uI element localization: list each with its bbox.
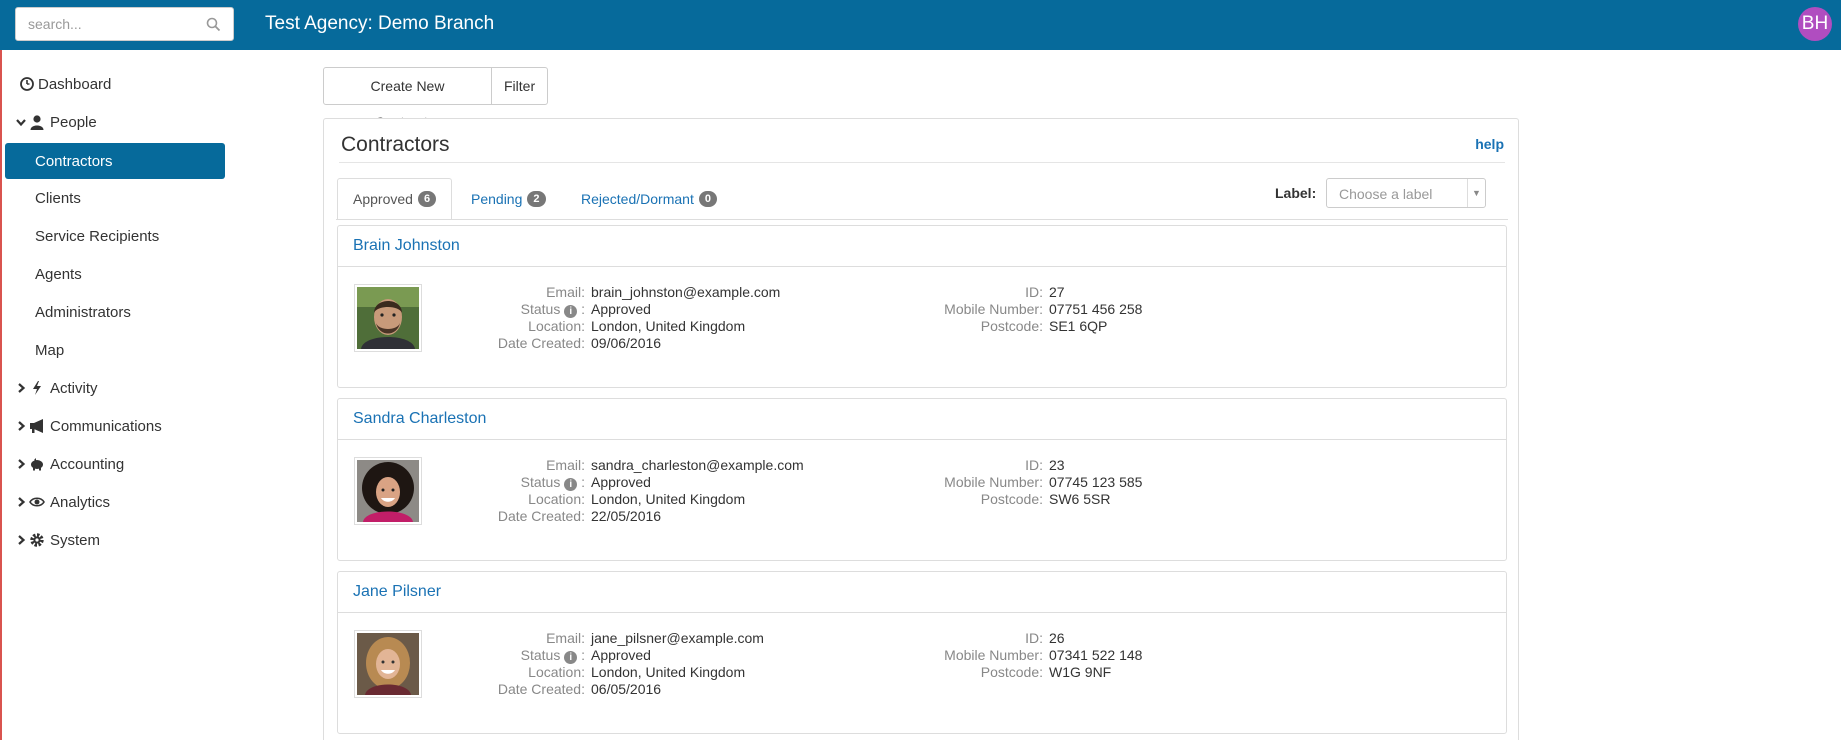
count-badge: 0 — [698, 191, 717, 207]
sidebar-item-label: Administrators — [35, 303, 131, 321]
chevron-down-icon — [16, 119, 26, 127]
date-created-label: Date Created: — [497, 508, 585, 524]
status-label-text: Status — [520, 647, 561, 663]
sidebar-item-system[interactable]: System — [2, 522, 232, 558]
contractor-name-link[interactable]: Brain Johnston — [353, 237, 460, 255]
sidebar-item-label: Agents — [35, 265, 82, 283]
sidebar-item-activity[interactable]: Activity — [2, 370, 232, 406]
card-header: Jane Pilsner — [338, 572, 1506, 613]
label-select[interactable]: Choose a label ▼ — [1326, 178, 1486, 208]
search-icon[interactable] — [206, 17, 221, 32]
contractor-name-link[interactable]: Sandra Charleston — [353, 410, 486, 428]
postcode-value: SE1 6QP — [1049, 318, 1108, 334]
sidebar-item-label: Clients — [35, 189, 81, 207]
card-header: Sandra Charleston — [338, 399, 1506, 440]
contractor-name-link[interactable]: Jane Pilsner — [353, 583, 441, 601]
caret-down-icon[interactable]: ▼ — [1472, 188, 1481, 198]
sidebar-item-dashboard[interactable]: Dashboard — [2, 66, 232, 102]
contractors-panel: Contractors help Approved 6 Pending 2 Re… — [323, 118, 1519, 740]
filter-button[interactable]: Filter — [491, 67, 548, 105]
contractor-card: Jane Pilsner Email: jane_pilsner@example… — [337, 571, 1507, 734]
status-label-text: Status — [520, 474, 561, 490]
sidebar-item-service-recipients[interactable]: Service Recipients — [2, 218, 232, 254]
postcode-value: SW6 5SR — [1049, 491, 1111, 507]
postcode-value: W1G 9NF — [1049, 664, 1112, 680]
sidebar-item-contractors[interactable]: Contractors — [5, 143, 225, 179]
card-header: Brain Johnston — [338, 226, 1506, 267]
sidebar-item-label: Contractors — [35, 152, 113, 170]
chevron-right-icon — [18, 383, 26, 393]
sidebar-item-label: Accounting — [50, 455, 125, 473]
contractor-details: Email: brain_johnston@example.com Status… — [338, 282, 1508, 372]
contractor-card: Sandra Charleston Email: sandra_charlest… — [337, 398, 1507, 561]
tab-rejected-dormant[interactable]: Rejected/Dormant 0 — [566, 178, 732, 220]
status-label-colon: : — [581, 647, 585, 663]
date-created-value: 06/05/2016 — [591, 681, 662, 697]
agency-title[interactable]: Test Agency: Demo Branch — [265, 13, 494, 35]
tabs-divider — [336, 219, 1508, 220]
label-filter-label: Label: — [1275, 185, 1317, 201]
sidebar-item-label: Activity — [50, 379, 98, 397]
user-icon — [30, 115, 44, 130]
piggy-bank-icon — [31, 458, 43, 471]
sidebar-item-administrators[interactable]: Administrators — [2, 294, 232, 330]
sidebar-item-label: System — [50, 531, 101, 549]
date-created-value: 22/05/2016 — [591, 508, 662, 524]
sidebar-item-clients[interactable]: Clients — [2, 180, 232, 216]
top-navbar: Test Agency: Demo Branch BH — [0, 0, 1841, 50]
date-created-label: Date Created: — [497, 681, 585, 697]
sidebar-item-label: Dashboard — [38, 75, 112, 93]
tab-label: Rejected/Dormant — [581, 191, 694, 207]
sidebar-item-label: Analytics — [50, 493, 111, 511]
sidebar-item-map[interactable]: Map — [2, 332, 232, 368]
panel-title: Contractors — [341, 133, 450, 156]
chevron-right-icon — [18, 421, 26, 431]
contractor-details: Email: jane_pilsner@example.com Status i… — [338, 628, 1508, 718]
sidebar-item-accounting[interactable]: Accounting — [2, 446, 232, 482]
sidebar-item-communications[interactable]: Communications — [2, 408, 232, 444]
count-badge: 2 — [527, 191, 546, 207]
tab-pending[interactable]: Pending 2 — [456, 178, 561, 220]
label-select-placeholder: Choose a label — [1339, 186, 1433, 202]
status-label-colon: : — [581, 301, 585, 317]
tab-approved[interactable]: Approved 6 — [337, 178, 453, 220]
date-created-label: Date Created: — [497, 335, 585, 351]
sidebar-item-label: Map — [35, 341, 65, 359]
megaphone-icon — [30, 419, 43, 433]
search-input[interactable] — [28, 16, 203, 32]
sidebar-item-agents[interactable]: Agents — [2, 256, 232, 292]
postcode-label: Postcode: — [980, 318, 1043, 334]
postcode-label: Postcode: — [980, 664, 1043, 680]
sidebar-item-label: Communications — [50, 417, 162, 435]
tab-label: Approved — [353, 191, 413, 207]
sidebar-item-label: People — [50, 113, 97, 131]
search-box[interactable] — [15, 7, 234, 41]
count-badge: 6 — [417, 191, 437, 207]
divider — [339, 162, 1505, 163]
sidebar-item-analytics[interactable]: Analytics — [2, 484, 232, 520]
divider — [1467, 179, 1468, 207]
postcode-label: Postcode: — [980, 491, 1043, 507]
create-contractor-button[interactable]: Create New Contractor — [323, 67, 492, 130]
user-avatar[interactable]: BH — [1798, 7, 1832, 41]
dashboard-icon — [20, 77, 34, 91]
help-link[interactable]: help — [1475, 136, 1504, 152]
status-label-text: Status — [520, 301, 561, 317]
contractor-card: Brain Johnston Email: brain_johnston@exa… — [337, 225, 1507, 388]
eye-icon — [29, 497, 45, 507]
chevron-right-icon — [18, 459, 26, 469]
date-created-value: 09/06/2016 — [591, 335, 662, 351]
bolt-icon — [33, 381, 41, 395]
sidebar-item-label: Service Recipients — [35, 227, 160, 245]
tab-label: Pending — [471, 191, 523, 207]
gear-icon — [30, 533, 44, 547]
status-label-colon: : — [581, 474, 585, 490]
chevron-right-icon — [18, 535, 26, 545]
sidebar-item-people[interactable]: People — [2, 104, 232, 140]
chevron-right-icon — [18, 497, 26, 507]
contractor-details: Email: sandra_charleston@example.com Sta… — [338, 455, 1508, 545]
